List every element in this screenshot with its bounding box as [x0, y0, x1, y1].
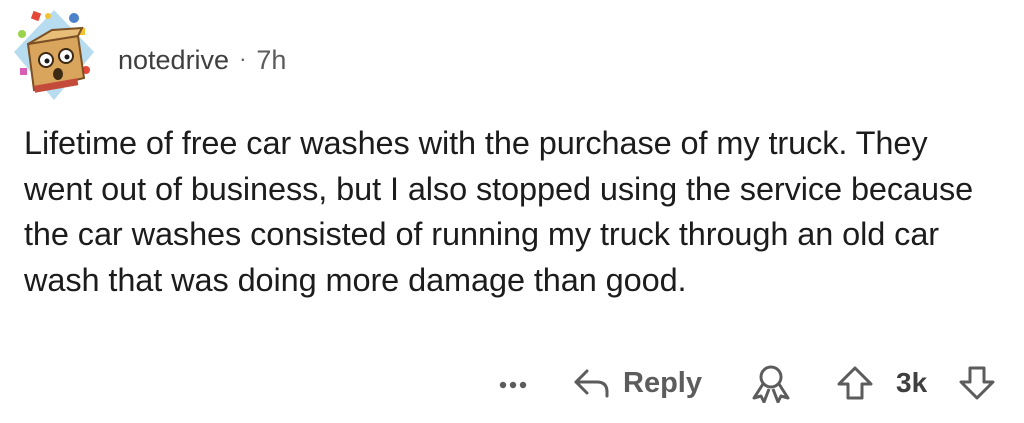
- username-link[interactable]: notedrive: [118, 45, 229, 76]
- reply-arrow-icon: [574, 369, 609, 398]
- vote-score: 3k: [896, 367, 928, 398]
- more-options-button[interactable]: [498, 368, 528, 398]
- reply-button[interactable]: Reply: [573, 364, 702, 402]
- reply-label: Reply: [623, 366, 702, 399]
- meta-separator: ·: [239, 46, 247, 71]
- upvote-arrow-icon: [837, 366, 873, 400]
- ellipsis-icon: [499, 381, 527, 389]
- avatar[interactable]: [12, 8, 96, 104]
- comment-action-bar: Reply 3k: [0, 358, 1024, 408]
- downvote-button[interactable]: [958, 365, 996, 401]
- comment-timestamp[interactable]: 7h: [256, 45, 286, 76]
- award-button[interactable]: [748, 363, 794, 403]
- award-icon: [752, 365, 790, 403]
- comment-body: Lifetime of free car washes with the pur…: [24, 125, 974, 298]
- comment-meta: notedrive · 7h: [118, 40, 286, 80]
- comment-card: notedrive · 7h Lifetime of free car wash…: [0, 0, 1024, 423]
- upvote-button[interactable]: [836, 365, 874, 401]
- downvote-arrow-icon: [959, 366, 995, 400]
- snoo-box-avatar-icon: [14, 10, 94, 100]
